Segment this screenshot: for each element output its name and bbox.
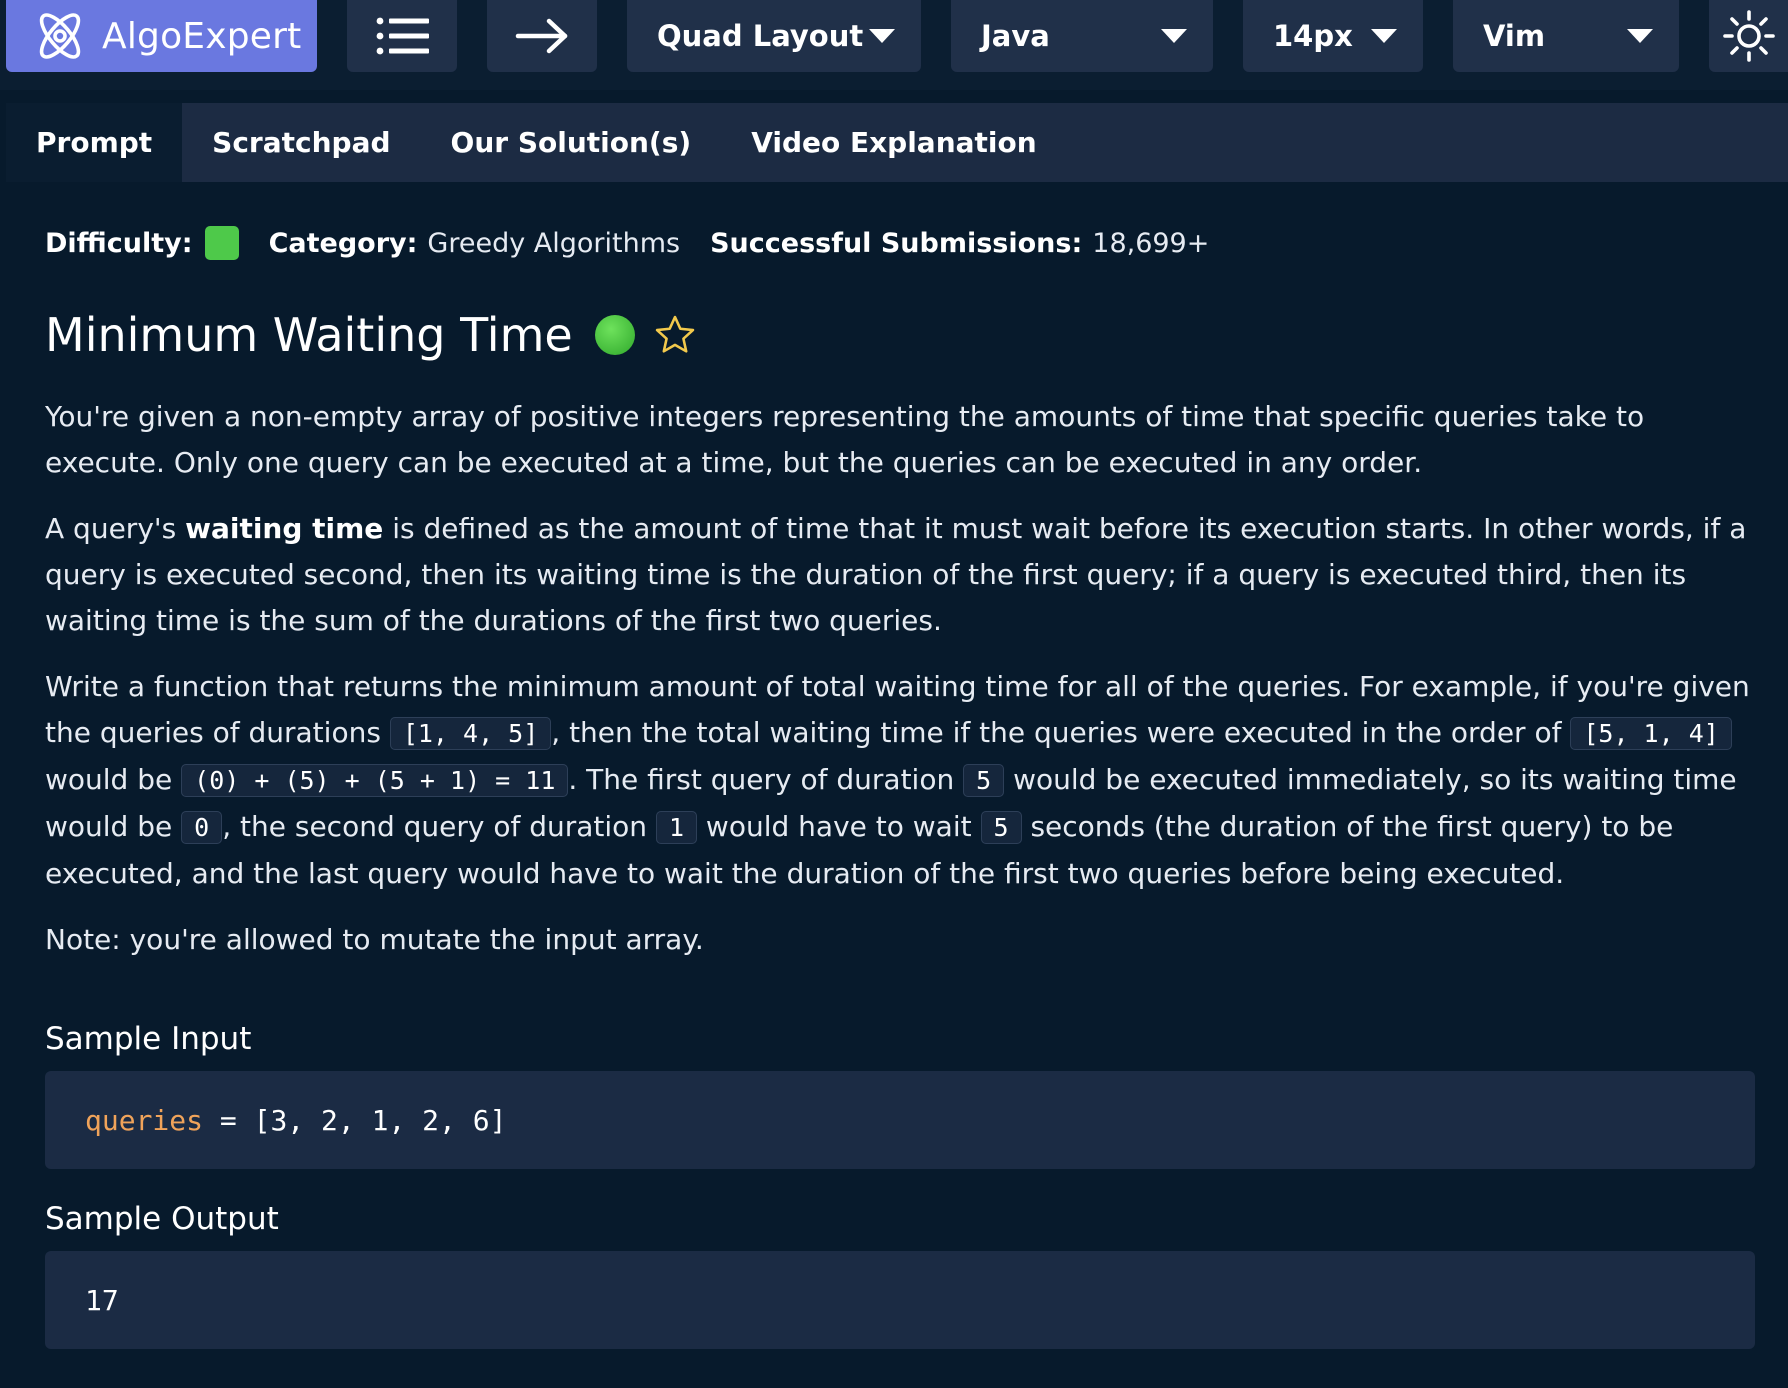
menu-button[interactable] xyxy=(347,0,457,72)
inline-code: 1 xyxy=(655,811,698,844)
star-icon[interactable] xyxy=(653,313,697,357)
chevron-down-icon xyxy=(1161,29,1187,43)
inline-code: (0) + (5) + (5 + 1) = 11 xyxy=(181,764,569,797)
tab-our-solutions[interactable]: Our Solution(s) xyxy=(421,103,722,182)
brand-name: AlgoExpert xyxy=(102,15,302,57)
inline-code: 5 xyxy=(963,764,1005,797)
next-question-button[interactable] xyxy=(487,0,597,72)
description-paragraph-1: You're given a non-empty array of positi… xyxy=(45,400,1645,479)
sample-output-code: 17 xyxy=(45,1251,1755,1349)
description-paragraph-2: A query's waiting time is defined as the… xyxy=(45,506,1755,644)
inline-code: 5 xyxy=(980,811,1022,844)
language-dropdown-label: Java xyxy=(981,19,1050,53)
submissions-value: 18,699+ xyxy=(1092,227,1210,259)
text-span: . The first query of duration xyxy=(568,763,964,796)
tab-video-explanation[interactable]: Video Explanation xyxy=(721,103,1067,182)
arrow-right-icon xyxy=(515,18,569,54)
inline-code: [1, 4, 5] xyxy=(389,717,552,750)
algoexpert-logo-button[interactable]: AlgoExpert xyxy=(6,0,317,72)
difficulty-label: Difficulty: xyxy=(45,227,193,259)
text-span: , then the total waiting time if the que… xyxy=(551,716,1571,749)
text-span: would be xyxy=(45,763,182,796)
problem-tabs: Prompt Scratchpad Our Solution(s) Video … xyxy=(6,103,1788,182)
chevron-down-icon xyxy=(1371,29,1397,43)
category-label: Category: xyxy=(268,227,418,259)
inline-code: 0 xyxy=(181,811,223,844)
problem-meta: Difficulty: Category: Greedy Algorithms … xyxy=(45,200,1755,286)
sample-input-heading: Sample Input xyxy=(45,1021,252,1057)
top-toolbar: AlgoExpert Quad Layout Java 14px Vim xyxy=(0,0,1788,90)
tab-scratchpad[interactable]: Scratchpad xyxy=(182,103,420,182)
note-paragraph: Note: you're allowed to mutate the input… xyxy=(45,923,704,956)
layout-dropdown[interactable]: Quad Layout xyxy=(627,0,921,72)
atom-logo-icon xyxy=(34,8,86,64)
code-text: = [3, 2, 1, 2, 6] xyxy=(203,1103,507,1137)
code-text: 17 xyxy=(85,1283,119,1317)
language-dropdown[interactable]: Java xyxy=(951,0,1213,72)
font-size-dropdown-label: 14px xyxy=(1273,19,1353,53)
layout-dropdown-label: Quad Layout xyxy=(657,19,864,53)
title-row: Minimum Waiting Time xyxy=(45,290,1755,380)
keymap-dropdown-label: Vim xyxy=(1483,19,1546,53)
prompt-panel: Difficulty: Category: Greedy Algorithms … xyxy=(45,200,1755,1349)
sample-input-code: queries = [3, 2, 1, 2, 6] xyxy=(45,1071,1755,1169)
problem-title: Minimum Waiting Time xyxy=(45,308,573,362)
text-span: , the second query of duration xyxy=(222,810,656,843)
text-span: would have to wait xyxy=(697,810,981,843)
text-span: A query's xyxy=(45,512,186,545)
list-menu-icon xyxy=(375,16,429,56)
completion-status-icon xyxy=(594,315,635,355)
tab-prompt[interactable]: Prompt xyxy=(6,103,183,182)
sun-icon xyxy=(1722,9,1776,63)
variable-name: queries xyxy=(85,1103,204,1137)
theme-toggle-button[interactable] xyxy=(1709,0,1788,72)
inline-code: [5, 1, 4] xyxy=(1570,717,1732,750)
difficulty-indicator xyxy=(204,226,239,260)
chevron-down-icon xyxy=(1627,29,1653,43)
keymap-dropdown[interactable]: Vim xyxy=(1453,0,1679,72)
font-size-dropdown[interactable]: 14px xyxy=(1243,0,1423,72)
chevron-down-icon xyxy=(869,29,895,43)
sample-output-heading: Sample Output xyxy=(45,1201,279,1237)
submissions-label: Successful Submissions: xyxy=(710,227,1083,259)
bold-term: waiting time xyxy=(185,512,384,545)
description-paragraph-3: Write a function that returns the minimu… xyxy=(45,664,1755,897)
category-value: Greedy Algorithms xyxy=(427,227,681,259)
